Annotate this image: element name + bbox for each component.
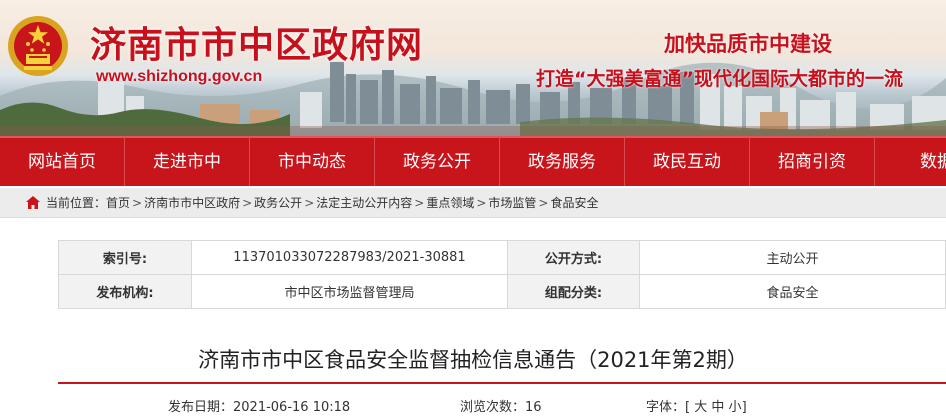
slogan-secondary: 打造“大强美富通”现代化国际大都市的一流 <box>536 68 903 90</box>
breadcrumb-prefix: 当前位置： <box>46 196 107 210</box>
breadcrumb-separator: > <box>132 196 143 210</box>
nav-item-investment[interactable]: 招商引资 <box>750 138 875 186</box>
nav-item-about[interactable]: 走进市中 <box>125 138 250 186</box>
breadcrumb-item-gov-open[interactable]: 政务公开 <box>254 196 302 210</box>
nav-item-gov-service[interactable]: 政务服务 <box>500 138 625 186</box>
index-label: 索引号: <box>58 240 192 275</box>
breadcrumb-separator: > <box>304 196 315 210</box>
font-size-label: 字体： <box>646 400 686 415</box>
font-size-controls: 字体：[ 大 中 小] <box>646 396 747 415</box>
category-value: 食品安全 <box>639 274 946 309</box>
nav-item-home[interactable]: 网站首页 <box>0 138 125 186</box>
breadcrumb: 当前位置：首页 > 济南市市中区政府 > 政务公开 > 法定主动公开内容 > 重点领域 > 市场监管… <box>0 188 946 218</box>
font-small-button[interactable]: 小 <box>729 400 742 415</box>
main-nav: 网站首页 走进市中 市中动态 政务公开 政务服务 政民互动 招商引资 数据 <box>0 136 946 186</box>
nav-item-gov-open[interactable]: 政务公开 <box>375 138 500 186</box>
open-method-value: 主动公开 <box>639 240 946 275</box>
publisher-label: 发布机构: <box>58 274 192 309</box>
publish-date: 发布日期：2021-06-16 10:18 <box>168 396 350 415</box>
publisher-value: 市中区市场监督管理局 <box>191 274 508 309</box>
breadcrumb-item-statutory[interactable]: 法定主动公开内容 <box>316 196 412 210</box>
view-count: 浏览次数：16 <box>460 396 542 415</box>
breadcrumb-item-key-areas[interactable]: 重点领域 <box>426 196 474 210</box>
index-value: 113701033072287983/2021-30881 <box>191 240 508 275</box>
table-row: 发布机构: 市中区市场监督管理局 组配分类: 食品安全 <box>58 274 946 309</box>
breadcrumb-separator: > <box>242 196 253 210</box>
breadcrumb-item-food-safety[interactable]: 食品安全 <box>550 196 598 210</box>
breadcrumb-separator: > <box>538 196 549 210</box>
breadcrumb-separator: > <box>476 196 487 210</box>
font-medium-button[interactable]: 中 <box>711 400 724 415</box>
site-url[interactable]: www.shizhong.gov.cn <box>96 68 262 86</box>
slogan-primary: 加快品质市中建设 <box>664 32 832 56</box>
table-row: 索引号: 113701033072287983/2021-30881 公开方式:… <box>58 240 946 275</box>
breadcrumb-separator: > <box>414 196 425 210</box>
publish-date-value: 2021-06-16 10:18 <box>233 400 351 415</box>
breadcrumb-item-market-supervision[interactable]: 市场监管 <box>488 196 536 210</box>
category-label: 组配分类: <box>507 274 640 309</box>
site-title[interactable]: 济南市市中区政府网 <box>90 16 423 68</box>
font-bracket-open: [ <box>685 400 691 415</box>
nav-item-data[interactable]: 数据 <box>875 138 946 186</box>
home-icon <box>26 196 40 209</box>
font-large-button[interactable]: 大 <box>694 400 707 415</box>
nav-item-interaction[interactable]: 政民互动 <box>625 138 750 186</box>
title-divider <box>58 382 946 384</box>
view-count-label: 浏览次数： <box>460 400 526 415</box>
open-method-label: 公开方式: <box>507 240 640 275</box>
view-count-value: 16 <box>525 400 542 415</box>
national-emblem-icon <box>8 16 68 76</box>
breadcrumb-item-district-gov[interactable]: 济南市市中区政府 <box>144 196 240 210</box>
nav-item-news[interactable]: 市中动态 <box>250 138 375 186</box>
font-bracket-close: ] <box>741 400 747 415</box>
header-banner: 济南市市中区政府网 www.shizhong.gov.cn 加快品质市中建设 打… <box>0 0 946 136</box>
breadcrumb-item-home[interactable]: 首页 <box>106 196 130 210</box>
publish-date-label: 发布日期： <box>168 400 234 415</box>
document-meta-table: 索引号: 113701033072287983/2021-30881 公开方式:… <box>58 240 946 309</box>
article-title: 济南市市中区食品安全监督抽检信息通告（2021年第2期） <box>198 348 748 372</box>
